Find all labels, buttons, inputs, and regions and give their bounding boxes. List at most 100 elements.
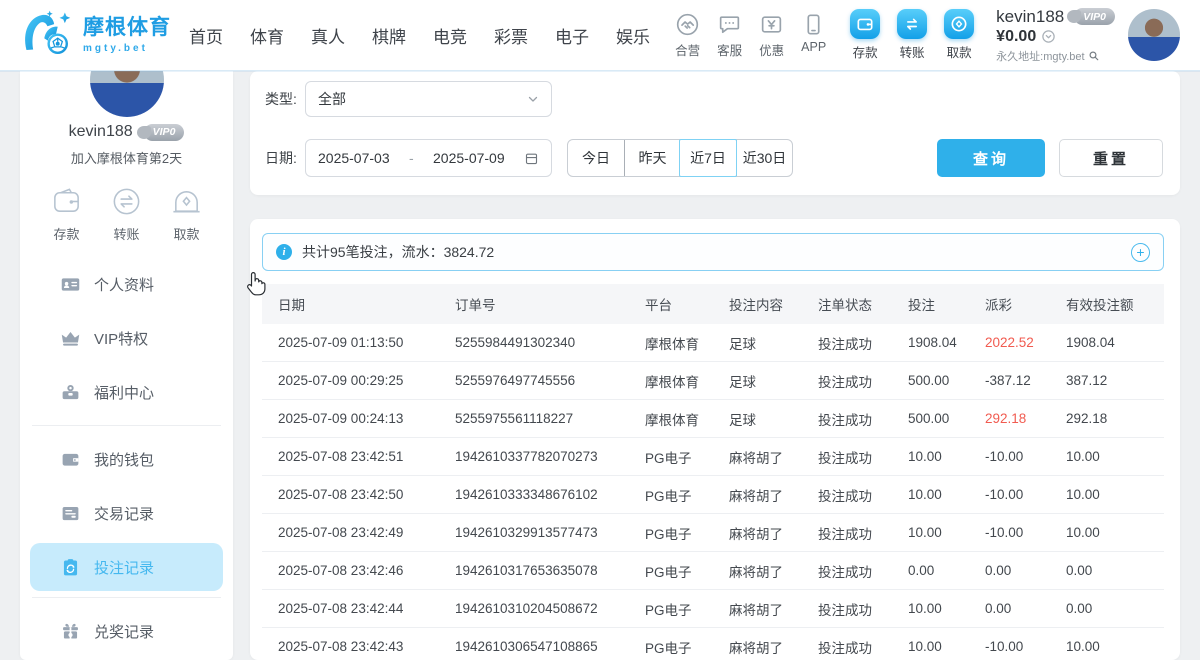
- cell-content: 麻将胡了: [729, 523, 818, 543]
- deposit-wallet-icon: [50, 185, 83, 218]
- col-status: 注单状态: [818, 294, 908, 314]
- joined-days: 加入摩根体育第2天: [20, 148, 233, 167]
- range-30days[interactable]: 近30日: [736, 140, 792, 176]
- cell-status: 投注成功: [818, 523, 908, 543]
- nav-item[interactable]: 电子: [555, 23, 589, 48]
- sidebar-item-label: 兑奖记录: [94, 621, 154, 642]
- cell-order: 1942610317653635078: [455, 563, 645, 578]
- cell-content: 足球: [729, 409, 818, 429]
- sidebar-deposit-button[interactable]: 存款: [50, 185, 83, 243]
- cell-date: 2025-07-09 01:13:50: [278, 335, 455, 350]
- date-range-input[interactable]: 2025-07-03 - 2025-07-09: [305, 139, 552, 177]
- cell-order: 1942610337782070273: [455, 449, 645, 464]
- support-link[interactable]: 客服: [717, 12, 742, 59]
- cell-content: 麻将胡了: [729, 561, 818, 581]
- page: 摩根体育 mgty.bet 首页 体育 真人 棋牌 电竞 彩票 电子 娱乐: [0, 0, 1200, 660]
- range-7days[interactable]: 近7日: [679, 139, 737, 177]
- sidebar-item-wallet[interactable]: 我的钱包: [20, 432, 233, 486]
- cell-content: 麻将胡了: [729, 637, 818, 657]
- cell-content: 足球: [729, 371, 818, 391]
- cell-valid: 0.00: [1066, 563, 1164, 578]
- sidebar-item-benefits[interactable]: 福利中心: [20, 365, 233, 419]
- username: kevin188: [996, 7, 1064, 27]
- col-date: 日期: [278, 294, 455, 314]
- sidebar-transfer-button[interactable]: 转账: [110, 185, 143, 243]
- sidebar-item-transactions[interactable]: 交易记录: [20, 486, 233, 540]
- cell-bet: 10.00: [908, 601, 985, 616]
- cell-date: 2025-07-08 23:42:43: [278, 639, 455, 654]
- sidebar-item-vip[interactable]: VIP特权: [20, 311, 233, 365]
- brand-logo[interactable]: 摩根体育 mgty.bet: [20, 8, 171, 63]
- nav-item[interactable]: 体育: [250, 23, 284, 48]
- table-row: 2025-07-09 00:29:25 5255976497745556 摩根体…: [262, 362, 1164, 400]
- transactions-icon: [60, 503, 81, 524]
- nav-item[interactable]: 首页: [189, 23, 223, 48]
- sidebar-item-label: VIP特权: [94, 328, 148, 349]
- perm-domain: 永久地址:mgty.bet: [996, 48, 1084, 64]
- partner-label: 合营: [675, 40, 700, 59]
- date-separator: -: [409, 150, 414, 166]
- cell-bet: 10.00: [908, 449, 985, 464]
- withdraw-button[interactable]: 取款: [944, 9, 974, 61]
- sidebar-withdraw-label: 取款: [173, 224, 199, 243]
- cell-valid: 387.12: [1066, 373, 1164, 388]
- col-bet: 投注: [908, 294, 985, 314]
- sidebar-item-bet-records[interactable]: 投注记录: [30, 543, 223, 591]
- cell-date: 2025-07-08 23:42:50: [278, 487, 455, 502]
- top-bar: 摩根体育 mgty.bet 首页 体育 真人 棋牌 电竞 彩票 电子 娱乐: [0, 0, 1200, 71]
- table-row: 2025-07-09 00:24:13 5255975561118227 摩根体…: [262, 400, 1164, 438]
- handshake-icon: [675, 12, 700, 37]
- sidebar-item-profile[interactable]: 个人资料: [20, 257, 233, 311]
- user-block: kevin188 VIP0 ¥0.00 永久地址:mgty.bet: [996, 7, 1115, 64]
- nav-item[interactable]: 棋牌: [372, 23, 406, 48]
- cell-date: 2025-07-09 00:29:25: [278, 373, 455, 388]
- cell-valid: 10.00: [1066, 487, 1164, 502]
- transfer-label: 转账: [900, 42, 925, 61]
- main-content: 类型: 全部 日期: 2025-07-03 - 2025-07-09: [250, 71, 1180, 660]
- nav-item[interactable]: 电竞: [433, 23, 467, 48]
- type-select[interactable]: 全部: [305, 81, 552, 117]
- sidebar-item-redeem-records[interactable]: 兑奖记录: [20, 604, 233, 658]
- partner-link[interactable]: 合营: [675, 12, 700, 59]
- sidebar-transfer-label: 转账: [113, 224, 139, 243]
- table-row: 2025-07-08 23:42:51 1942610337782070273 …: [262, 438, 1164, 476]
- nav-item[interactable]: 娱乐: [616, 23, 650, 48]
- search-domain-icon[interactable]: [1088, 50, 1100, 62]
- cell-status: 投注成功: [818, 561, 908, 581]
- promo-link[interactable]: 优惠: [759, 12, 784, 59]
- date-from: 2025-07-03: [318, 150, 390, 166]
- transfer-button[interactable]: 转账: [897, 9, 927, 61]
- support-chat-icon: [717, 12, 742, 37]
- sidebar-quick-actions: 存款 转账 取款: [20, 185, 233, 243]
- withdraw-label: 取款: [947, 42, 972, 61]
- query-button[interactable]: 查询: [937, 139, 1045, 177]
- reset-button[interactable]: 重置: [1059, 139, 1163, 177]
- cell-platform: PG电子: [645, 523, 729, 543]
- deposit-button[interactable]: 存款: [850, 9, 880, 61]
- date-label: 日期:: [265, 148, 305, 168]
- cell-date: 2025-07-09 00:24:13: [278, 411, 455, 426]
- sidebar-menu: 个人资料 VIP特权 福利中心: [20, 257, 233, 658]
- app-link[interactable]: APP: [801, 12, 826, 59]
- nav-item[interactable]: 真人: [311, 23, 345, 48]
- bet-records-icon: [60, 557, 81, 578]
- range-yesterday[interactable]: 昨天: [624, 140, 680, 176]
- avatar[interactable]: [1128, 9, 1180, 61]
- type-label: 类型:: [265, 89, 305, 109]
- nav-item[interactable]: 彩票: [494, 23, 528, 48]
- gift-icon: [60, 621, 81, 642]
- sidebar-withdraw-button[interactable]: 取款: [170, 185, 203, 243]
- sidebar-item-label: 个人资料: [94, 274, 154, 295]
- range-today[interactable]: 今日: [568, 140, 624, 176]
- cell-content: 麻将胡了: [729, 447, 818, 467]
- refresh-balance-icon[interactable]: [1041, 29, 1056, 44]
- app-phone-icon: [801, 12, 826, 37]
- cell-bet: 10.00: [908, 639, 985, 654]
- chevron-down-icon: [527, 93, 539, 105]
- cell-order: 5255975561118227: [455, 411, 645, 426]
- expand-icon[interactable]: +: [1131, 243, 1150, 262]
- id-card-icon: [60, 274, 81, 295]
- cell-valid: 0.00: [1066, 601, 1164, 616]
- cell-payout: -387.12: [985, 373, 1066, 388]
- wallet-icon: [60, 449, 81, 470]
